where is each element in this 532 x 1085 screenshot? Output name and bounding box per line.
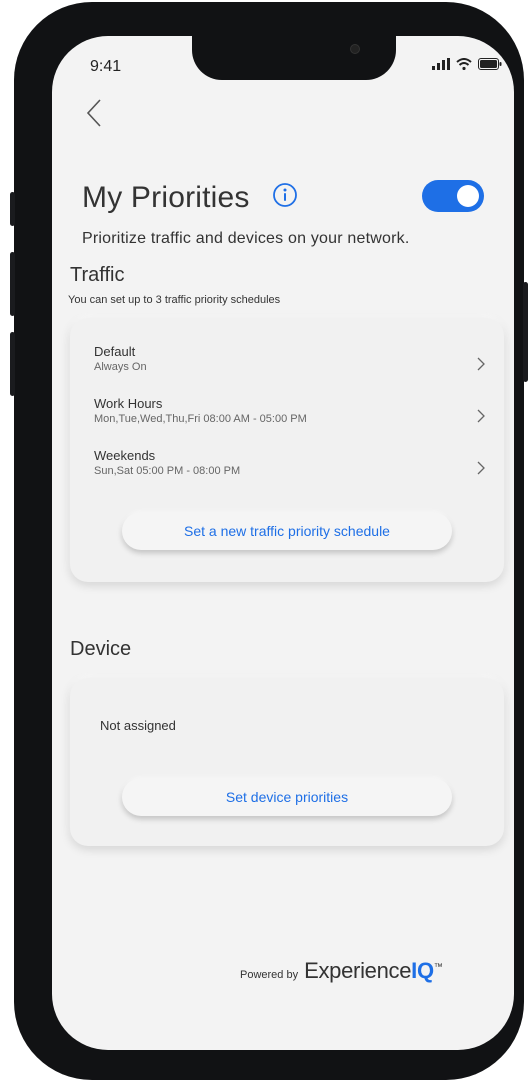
phone-frame: 9:41 My Priorities Prioritize traffic an…: [10, 2, 528, 1080]
screen: 9:41 My Priorities Prioritize traffic an…: [52, 36, 514, 1050]
schedule-name: Weekends: [94, 448, 156, 463]
volume-up-button: [10, 252, 15, 316]
device-card: Not assigned Set device priorities: [70, 678, 504, 846]
powered-by: Powered by ExperienceIQ™: [240, 958, 443, 984]
schedule-detail: Mon,Tue,Wed,Thu,Fri 08:00 AM - 05:00 PM: [94, 413, 307, 425]
battery-icon: [478, 58, 502, 70]
page-subtitle: Prioritize traffic and devices on your n…: [82, 230, 410, 247]
trademark: ™: [433, 961, 443, 972]
schedule-item-weekends[interactable]: Weekends Sun,Sat 05:00 PM - 08:00 PM: [94, 448, 486, 488]
status-icons: [432, 58, 502, 70]
brand-main: Experience: [304, 958, 412, 983]
chevron-right-icon: [477, 461, 485, 475]
chevron-left-icon: [86, 99, 101, 127]
traffic-card: Default Always On Work Hours Mon,Tue,Wed…: [70, 318, 504, 582]
schedule-name: Work Hours: [94, 396, 163, 411]
schedule-detail: Sun,Sat 05:00 PM - 08:00 PM: [94, 465, 241, 477]
set-device-priorities-button[interactable]: Set device priorities: [122, 778, 452, 816]
brand-accent: IQ: [411, 958, 434, 983]
priorities-toggle[interactable]: [422, 180, 484, 212]
back-button[interactable]: [82, 96, 108, 130]
signal-icon: [432, 58, 450, 70]
powered-by-label: Powered by: [240, 969, 299, 981]
schedule-name: Default: [94, 344, 136, 359]
wifi-icon: [456, 58, 472, 70]
page-title: My Priorities: [82, 181, 250, 214]
schedule-item-work-hours[interactable]: Work Hours Mon,Tue,Wed,Thu,Fri 08:00 AM …: [94, 396, 486, 436]
notch: [192, 36, 396, 80]
power-button: [523, 282, 528, 382]
camera-icon: [350, 44, 360, 54]
silent-switch: [10, 192, 15, 226]
add-traffic-schedule-button[interactable]: Set a new traffic priority schedule: [122, 512, 452, 550]
chevron-right-icon: [477, 409, 485, 423]
volume-down-button: [10, 332, 15, 396]
status-time: 9:41: [90, 58, 122, 75]
device-section-title: Device: [70, 638, 132, 660]
toggle-knob: [457, 185, 479, 207]
traffic-note: You can set up to 3 traffic priority sch…: [68, 294, 281, 306]
traffic-section-title: Traffic: [70, 264, 125, 286]
info-button[interactable]: [272, 182, 298, 208]
schedule-item-default[interactable]: Default Always On: [94, 344, 486, 384]
chevron-right-icon: [477, 357, 485, 371]
brand-logo: ExperienceIQ™: [304, 958, 443, 984]
schedule-detail: Always On: [94, 361, 147, 373]
device-status: Not assigned: [100, 718, 176, 733]
info-icon: [273, 183, 297, 207]
